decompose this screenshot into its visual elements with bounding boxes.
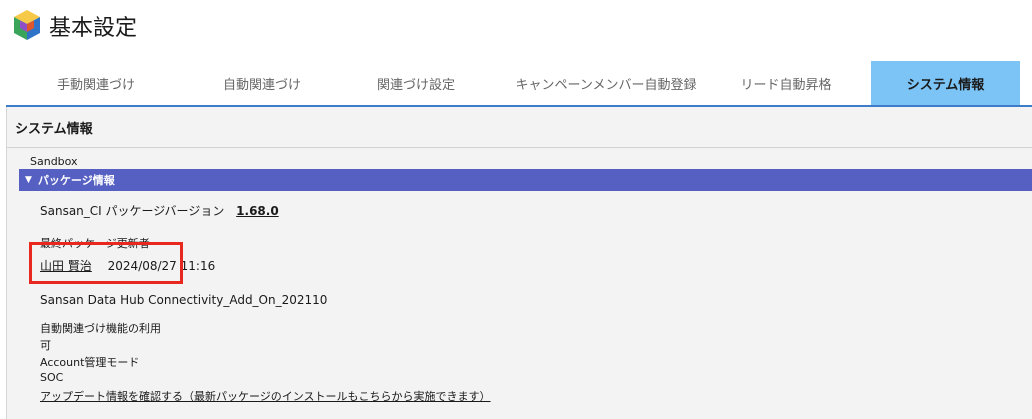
tab-link-settings[interactable]: 関連づけ設定: [326, 61, 506, 105]
update-info-link-text[interactable]: アップデート情報を確認する（最新パッケージのインストールもこちらから実施できます…: [40, 390, 491, 403]
package-info-section-header[interactable]: ▼ パッケージ情報: [19, 169, 1032, 191]
package-version-value: 1.68.0: [236, 204, 279, 218]
tab-label: 関連づけ設定: [376, 77, 455, 93]
page-title: 基本設定: [49, 16, 138, 41]
account-mode-value: SOC: [40, 371, 64, 384]
tab-campaign-member[interactable]: キャンペーンメンバー自動登録: [496, 61, 716, 105]
tab-label: リード自動昇格: [740, 77, 832, 93]
environment-label: Sandbox: [30, 155, 78, 168]
tab-label: キャンペーンメンバー自動登録: [515, 77, 697, 93]
cube-icon: [14, 10, 40, 40]
highlight-annotation-box: [29, 242, 183, 284]
addon-name: Sansan Data Hub Connectivity_Add_On_2021…: [40, 293, 328, 307]
header: 基本設定: [0, 0, 1032, 60]
tab-lead-promotion[interactable]: リード自動昇格: [706, 61, 866, 105]
tab-bar: 手動関連づけ 自動関連づけ 関連づけ設定 キャンペーンメンバー自動登録 リード自…: [6, 61, 1032, 105]
auto-link-value: 可: [40, 339, 51, 352]
tab-system-info[interactable]: システム情報: [871, 61, 1020, 105]
tab-manual-link[interactable]: 手動関連づけ: [6, 61, 186, 105]
tab-label: 手動関連づけ: [56, 77, 135, 93]
tab-label: システム情報: [906, 77, 985, 93]
panel-title: システム情報: [15, 122, 93, 137]
package-version-label: Sansan_CI パッケージバージョン: [40, 204, 225, 218]
tab-label: 自動関連づけ: [222, 77, 301, 93]
account-mode-label: Account管理モード: [40, 356, 140, 369]
tab-auto-link[interactable]: 自動関連づけ: [172, 61, 352, 105]
page: 基本設定 手動関連づけ 自動関連づけ 関連づけ設定 キャンペーンメンバー自動登録…: [0, 0, 1032, 419]
triangle-down-icon: ▼: [25, 175, 32, 185]
package-version-row: Sansan_CI パッケージバージョン 1.68.0: [40, 202, 279, 219]
auto-link-label: 自動関連づけ機能の利用: [40, 322, 161, 335]
divider: [7, 147, 1032, 148]
update-info-link[interactable]: アップデート情報を確認する（最新パッケージのインストールもこちらから実施できます…: [40, 388, 491, 404]
section-label: パッケージ情報: [37, 174, 115, 187]
